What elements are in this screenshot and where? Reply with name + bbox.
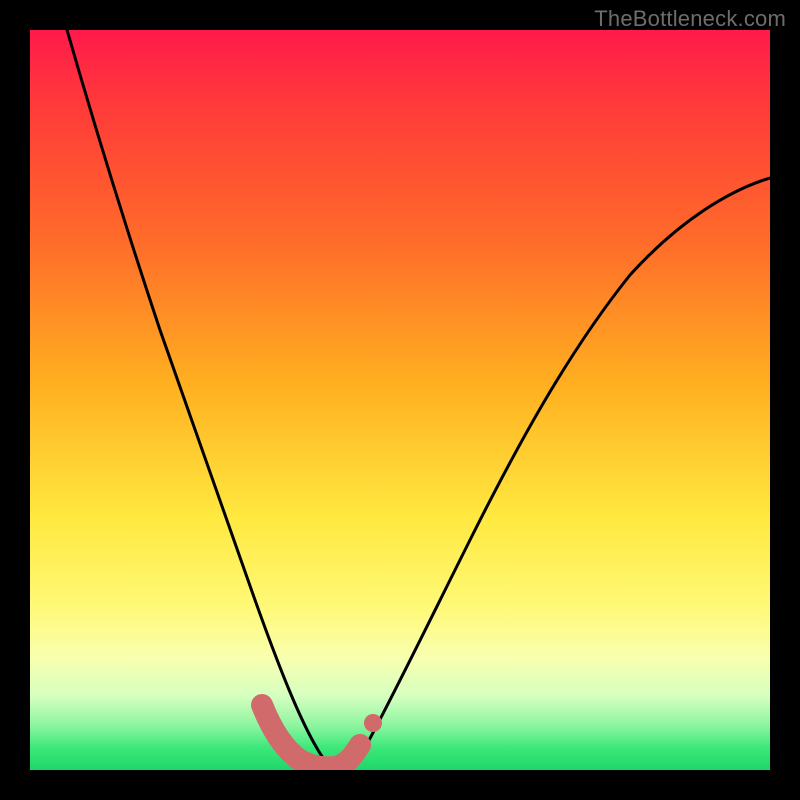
watermark-text: TheBottleneck.com bbox=[594, 6, 786, 32]
chart-frame: TheBottleneck.com bbox=[0, 0, 800, 800]
chart-svg bbox=[30, 30, 770, 770]
highlight-dot bbox=[364, 714, 382, 732]
bottleneck-curve-path bbox=[67, 30, 770, 768]
plot-area bbox=[30, 30, 770, 770]
